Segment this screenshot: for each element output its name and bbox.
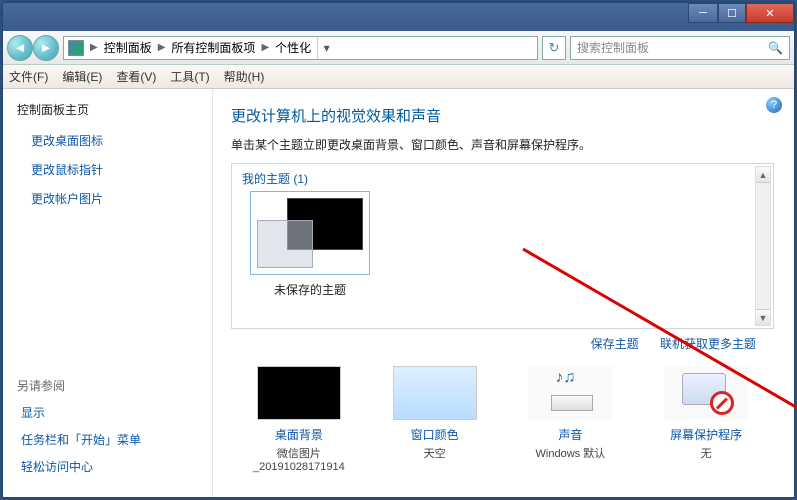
window-color-tile[interactable]: 窗口颜色 天空 — [375, 366, 495, 473]
sidebar-link-account-picture[interactable]: 更改帐户图片 — [17, 190, 198, 207]
desktop-background-value: 微信图片 — [239, 445, 359, 461]
screensaver-tile[interactable]: 屏幕保护程序 无 — [646, 366, 766, 473]
breadcrumb-item[interactable]: 个性化 — [275, 39, 311, 56]
sidebar-link-mouse-pointers[interactable]: 更改鼠标指针 — [17, 161, 198, 178]
sidebar-seealso-ease[interactable]: 轻松访问中心 — [17, 458, 198, 475]
body: 控制面板主页 更改桌面图标 更改鼠标指针 更改帐户图片 另请参阅 显示 任务栏和… — [3, 89, 794, 497]
menu-help[interactable]: 帮助(H) — [224, 68, 265, 85]
chevron-right-icon: ▶ — [261, 42, 269, 53]
get-more-themes-link[interactable]: 联机获取更多主题 — [660, 337, 756, 351]
scroll-down-button[interactable]: ▼ — [756, 309, 770, 325]
page-heading: 更改计算机上的视觉效果和声音 — [231, 105, 774, 126]
breadcrumb-item[interactable]: 控制面板 — [104, 39, 152, 56]
window-color-value: 天空 — [375, 445, 495, 461]
sounds-label: 声音 — [510, 426, 630, 443]
desktop-background-label: 桌面背景 — [239, 426, 359, 443]
sidebar-seealso-header: 另请参阅 — [17, 377, 198, 394]
theme-item[interactable]: 未保存的主题 — [242, 191, 378, 298]
sidebar-seealso-taskbar[interactable]: 任务栏和「开始」菜单 — [17, 431, 198, 448]
sounds-icon — [528, 366, 612, 420]
quick-row: 桌面背景 微信图片 _20191028171914 窗口颜色 天空 声音 Win… — [231, 366, 774, 473]
my-themes-label[interactable]: 我的主题 (1) — [242, 170, 763, 187]
theme-window-preview — [257, 220, 313, 268]
titlebar[interactable]: ─ ☐ ✕ — [3, 3, 794, 31]
maximize-button[interactable]: ☐ — [718, 3, 746, 23]
screensaver-icon — [664, 366, 748, 420]
back-button[interactable]: ◄ — [7, 35, 33, 61]
menu-view[interactable]: 查看(V) — [116, 68, 156, 85]
music-notes-icon — [545, 373, 595, 413]
sounds-tile[interactable]: 声音 Windows 默认 — [510, 366, 630, 473]
control-panel-icon — [68, 40, 84, 56]
sidebar: 控制面板主页 更改桌面图标 更改鼠标指针 更改帐户图片 另请参阅 显示 任务栏和… — [3, 89, 213, 497]
screensaver-value: 无 — [646, 445, 766, 461]
chevron-right-icon: ▶ — [90, 42, 98, 53]
navbar: ◄ ► ▶ 控制面板 ▶ 所有控制面板项 ▶ 个性化 ▾ ↻ 搜索控制面板 🔍 — [3, 31, 794, 65]
nav-arrows: ◄ ► — [7, 35, 59, 61]
menu-bar: 文件(F) 编辑(E) 查看(V) 工具(T) 帮助(H) — [3, 65, 794, 89]
theme-actions: 保存主题 联机获取更多主题 — [231, 335, 756, 352]
breadcrumb-item[interactable]: 所有控制面板项 — [171, 39, 255, 56]
sidebar-seealso-display[interactable]: 显示 — [17, 404, 198, 421]
theme-thumbnail — [250, 191, 370, 275]
minimize-button[interactable]: ─ — [688, 3, 718, 23]
menu-file[interactable]: 文件(F) — [9, 68, 48, 85]
scrollbar[interactable]: ▲ ▼ — [755, 166, 771, 326]
save-theme-link[interactable]: 保存主题 — [591, 337, 639, 351]
address-bar[interactable]: ▶ 控制面板 ▶ 所有控制面板项 ▶ 个性化 ▾ — [63, 36, 538, 60]
search-input[interactable]: 搜索控制面板 🔍 — [570, 36, 790, 60]
search-placeholder: 搜索控制面板 — [577, 39, 649, 56]
monitor-blocked-icon — [676, 371, 736, 415]
desktop-background-tile[interactable]: 桌面背景 微信图片 _20191028171914 — [239, 366, 359, 473]
themes-box: 我的主题 (1) 未保存的主题 ▲ ▼ — [231, 163, 774, 329]
content-pane: ? 更改计算机上的视觉效果和声音 单击某个主题立即更改桌面背景、窗口颜色、声音和… — [213, 89, 794, 497]
scroll-up-button[interactable]: ▲ — [756, 167, 770, 183]
desktop-background-icon — [257, 366, 341, 420]
screensaver-label: 屏幕保护程序 — [646, 426, 766, 443]
close-button[interactable]: ✕ — [746, 3, 794, 23]
help-icon[interactable]: ? — [766, 97, 782, 113]
chevron-right-icon: ▶ — [158, 42, 166, 53]
desktop-background-value2: _20191028171914 — [239, 461, 359, 473]
sidebar-home[interactable]: 控制面板主页 — [17, 101, 198, 118]
menu-edit[interactable]: 编辑(E) — [62, 68, 102, 85]
window-controls: ─ ☐ ✕ — [688, 3, 794, 23]
address-dropdown[interactable]: ▾ — [317, 37, 335, 59]
forward-button[interactable]: ► — [33, 35, 59, 61]
sounds-value: Windows 默认 — [510, 445, 630, 461]
sidebar-link-desktop-icons[interactable]: 更改桌面图标 — [17, 132, 198, 149]
search-icon[interactable]: 🔍 — [768, 41, 783, 55]
page-subtext: 单击某个主题立即更改桌面背景、窗口颜色、声音和屏幕保护程序。 — [231, 136, 774, 153]
menu-tools[interactable]: 工具(T) — [170, 68, 209, 85]
window-color-icon — [393, 366, 477, 420]
window-frame: ─ ☐ ✕ ◄ ► ▶ 控制面板 ▶ 所有控制面板项 ▶ 个性化 ▾ ↻ 搜索控… — [2, 2, 795, 498]
refresh-button[interactable]: ↻ — [542, 36, 566, 60]
window-color-label: 窗口颜色 — [375, 426, 495, 443]
theme-name: 未保存的主题 — [242, 281, 378, 298]
